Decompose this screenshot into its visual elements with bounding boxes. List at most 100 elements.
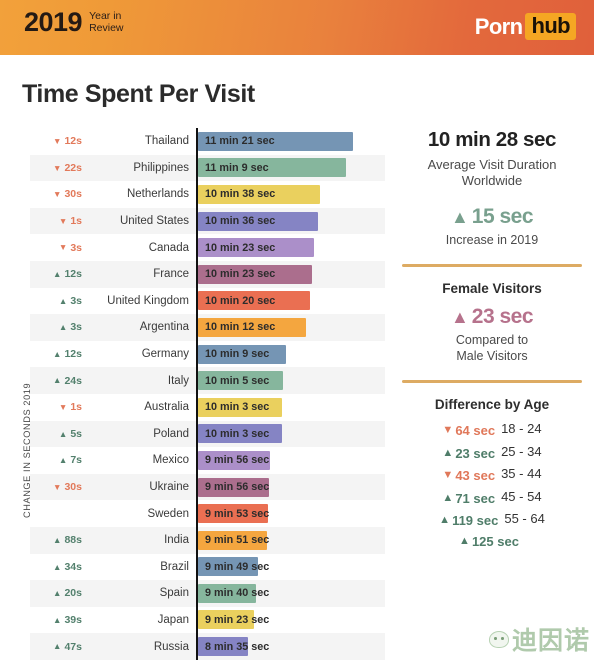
- chart-baseline: [196, 553, 198, 581]
- female-visitors-value: 23 sec: [471, 305, 534, 329]
- up-triangle-icon: ▲: [53, 269, 62, 280]
- row-change-indicator: ▼ 30s: [30, 481, 86, 493]
- up-triangle-icon: ▲: [53, 641, 62, 652]
- row-country-label: Spain: [159, 587, 189, 600]
- row-bar-cell: 10 min 36 sec: [196, 207, 385, 235]
- row-change-value: 22s: [64, 161, 82, 174]
- row-bar: 11 min 9 sec: [198, 158, 346, 178]
- row-change-value: 30s: [64, 481, 82, 494]
- age-group-delta: ▼ 64 sec: [442, 423, 495, 438]
- chart-baseline: [196, 606, 198, 634]
- row-bar-cell: 9 min 49 sec: [196, 553, 385, 581]
- row-change-value: 7s: [70, 454, 82, 467]
- watermark: 迪因诺: [488, 621, 590, 657]
- chart-baseline: [196, 580, 198, 607]
- table-row: ▲ 20s Spain 9 min 40 sec: [30, 580, 385, 607]
- page-header: 2019 Year in Review Porn hub: [0, 0, 594, 55]
- row-bar: 10 min 23 sec: [198, 264, 312, 284]
- row-change-value: 88s: [64, 534, 82, 547]
- age-group-row: ▲ 119 sec 55 - 64: [439, 511, 545, 528]
- female-visitors-caption: Compared to Male Visitors: [396, 333, 588, 364]
- chart-baseline: [196, 526, 198, 554]
- age-group-delta: ▲ 119 sec: [439, 513, 498, 528]
- row-bar: 10 min 12 sec: [198, 317, 306, 337]
- up-triangle-icon: ▲: [58, 428, 68, 439]
- table-row: ▲ 34s Brazil 9 min 49 sec: [30, 553, 385, 581]
- row-bar-cell: 9 min 53 sec: [196, 500, 385, 527]
- chart-baseline: [196, 234, 198, 261]
- row-bar: 10 min 20 sec: [198, 291, 310, 311]
- header-subtitle-line1: Year in: [89, 10, 122, 22]
- down-triangle-icon: ▼: [53, 189, 62, 200]
- row-country-label: Japan: [157, 613, 189, 626]
- row-bar-cell: 9 min 23 sec: [196, 606, 385, 634]
- row-change-indicator: ▲ 12s: [30, 348, 86, 360]
- age-group-delta-value: 43 sec: [455, 468, 496, 484]
- row-bar-cell: 10 min 38 sec: [196, 181, 385, 208]
- table-row: ▲ 12s France 10 min 23 sec: [30, 260, 385, 288]
- age-group-row: ▲ 23 sec 25 - 34: [442, 444, 541, 461]
- row-country-label: Sweden: [147, 507, 189, 520]
- table-row: ▲ 24s Italy 10 min 5 sec: [30, 367, 385, 394]
- chart-baseline: [196, 473, 198, 501]
- header-subtitle-line2: Review: [89, 21, 124, 34]
- row-country-label: India: [164, 534, 189, 547]
- chart-baseline: [196, 367, 198, 394]
- age-group-delta-value: 119 sec: [452, 513, 499, 529]
- down-triangle-icon: ▼: [58, 242, 68, 253]
- table-row: ▲ 7s Mexico 9 min 56 sec: [30, 447, 385, 474]
- row-change-value: 34s: [64, 560, 82, 573]
- header-branding: 2019 Year in Review: [24, 9, 124, 36]
- row-country-label: Thailand: [144, 135, 189, 148]
- pornhub-logo: Porn hub: [475, 13, 576, 40]
- age-group-row: ▲ 125 sec: [459, 534, 525, 549]
- row-change-indicator: ▼ 1s: [30, 215, 86, 227]
- increase-stat: ▲ 15 sec: [396, 205, 588, 229]
- chart-baseline: [196, 500, 198, 527]
- row-change-indicator: ▼ 3s: [30, 242, 86, 254]
- row-change-indicator: ▲ 7s: [30, 454, 86, 466]
- up-triangle-icon: ▲: [53, 375, 62, 386]
- row-change-value: 39s: [64, 613, 82, 626]
- row-bar-cell: 11 min 21 sec: [196, 128, 385, 155]
- chart-baseline: [196, 260, 198, 288]
- row-bar: 9 min 53 sec: [198, 504, 269, 524]
- row-country-label: Argentina: [139, 321, 189, 334]
- row-country-label: Ukraine: [149, 481, 189, 494]
- chart-baseline: [196, 314, 198, 341]
- table-row: ▼ 30s Ukraine 9 min 56 sec: [30, 473, 385, 501]
- row-bar-cell: 10 min 5 sec: [196, 367, 385, 394]
- average-duration-value: 10 min 28 sec: [427, 128, 557, 151]
- up-triangle-icon: ▲: [58, 322, 68, 333]
- panel-divider-bottom: [402, 380, 582, 384]
- age-group-range: 55 - 64: [504, 511, 545, 527]
- female-visitors-caption-line2: Male Visitors: [456, 348, 528, 363]
- row-bar: 9 min 40 sec: [198, 583, 269, 603]
- age-group-row: ▼ 64 sec 18 - 24: [442, 421, 541, 438]
- row-bar: 10 min 23 sec: [198, 238, 314, 258]
- chart-baseline: [196, 154, 198, 182]
- row-change-indicator: ▼ 1s: [30, 401, 86, 413]
- row-bar: 9 min 51 sec: [198, 530, 269, 550]
- row-bar-cell: 10 min 12 sec: [196, 314, 385, 341]
- row-change-indicator: ▲ 3s: [30, 321, 86, 333]
- up-triangle-icon: ▲: [53, 534, 62, 545]
- chart-rows: ▼ 12s Thailand 11 min 21 sec ▼ 22s Philippines…: [30, 128, 385, 660]
- header-subtitle: Year in Review: [89, 9, 123, 35]
- row-bar-cell: 9 min 56 sec: [196, 447, 385, 474]
- age-group-delta-value: 71 sec: [455, 490, 496, 506]
- increase-value: 15 sec: [471, 204, 534, 228]
- age-group-range: 35 - 44: [501, 466, 542, 482]
- row-country-label: Germany: [141, 348, 189, 361]
- row-bar: 9 min 49 sec: [198, 557, 269, 577]
- watermark-face-icon: [488, 630, 509, 648]
- row-country-label: United States: [119, 215, 189, 228]
- age-group-delta-value: 23 sec: [455, 445, 496, 461]
- row-country-label: France: [153, 268, 189, 281]
- average-duration-caption: Average Visit Duration Worldwide: [396, 157, 588, 190]
- row-change-indicator: ▲ 20s: [30, 587, 86, 599]
- row-bar: 11 min 21 sec: [198, 131, 353, 151]
- age-group-delta: ▲ 71 sec: [442, 491, 495, 506]
- row-change-indicator: ▲ 47s: [30, 641, 86, 653]
- row-change-indicator: ▲ 88s: [30, 534, 86, 546]
